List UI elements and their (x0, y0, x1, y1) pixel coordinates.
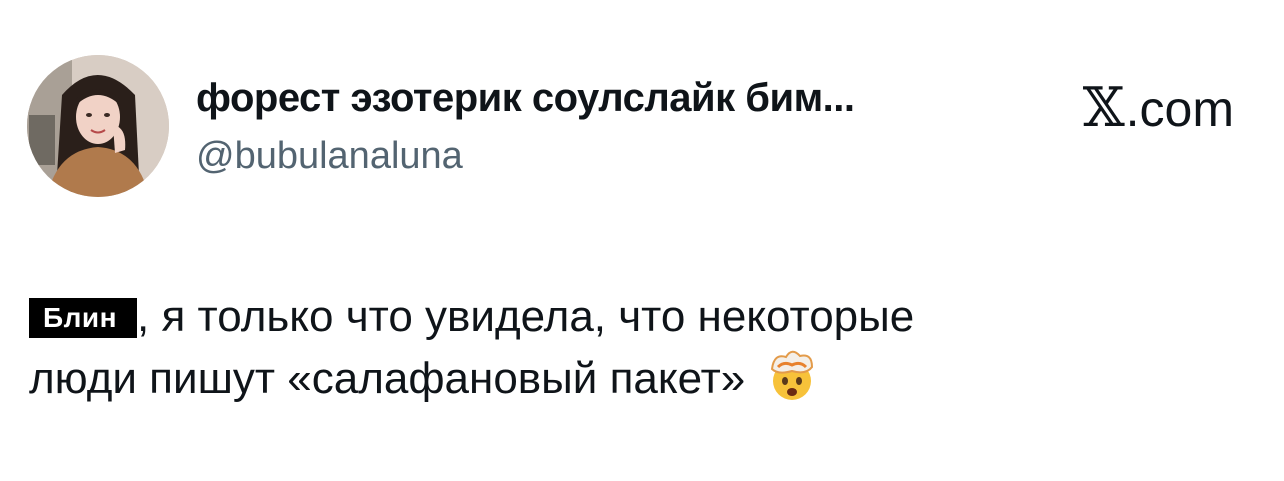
x-com-logo: 𝕏 .com (1083, 76, 1234, 139)
x-logo-icon: 𝕏 (1082, 76, 1125, 139)
exploding-head-icon (764, 347, 820, 419)
censored-word: Блин (29, 298, 138, 338)
avatar-photo (27, 55, 169, 197)
author-handle[interactable]: @bubulanaluna (196, 135, 463, 178)
brand-suffix: .com (1125, 81, 1234, 137)
tweet-text: Блин, я только что увидела, что некоторы… (29, 286, 1249, 419)
avatar[interactable] (27, 55, 169, 197)
tweet-line-2: люди пишут «салафановый пакет» (29, 354, 746, 403)
tweet-line-1: , я только что увидела, что некоторые (137, 292, 915, 341)
author-display-name[interactable]: форест эзотерик соулслайк бим... (196, 76, 855, 121)
